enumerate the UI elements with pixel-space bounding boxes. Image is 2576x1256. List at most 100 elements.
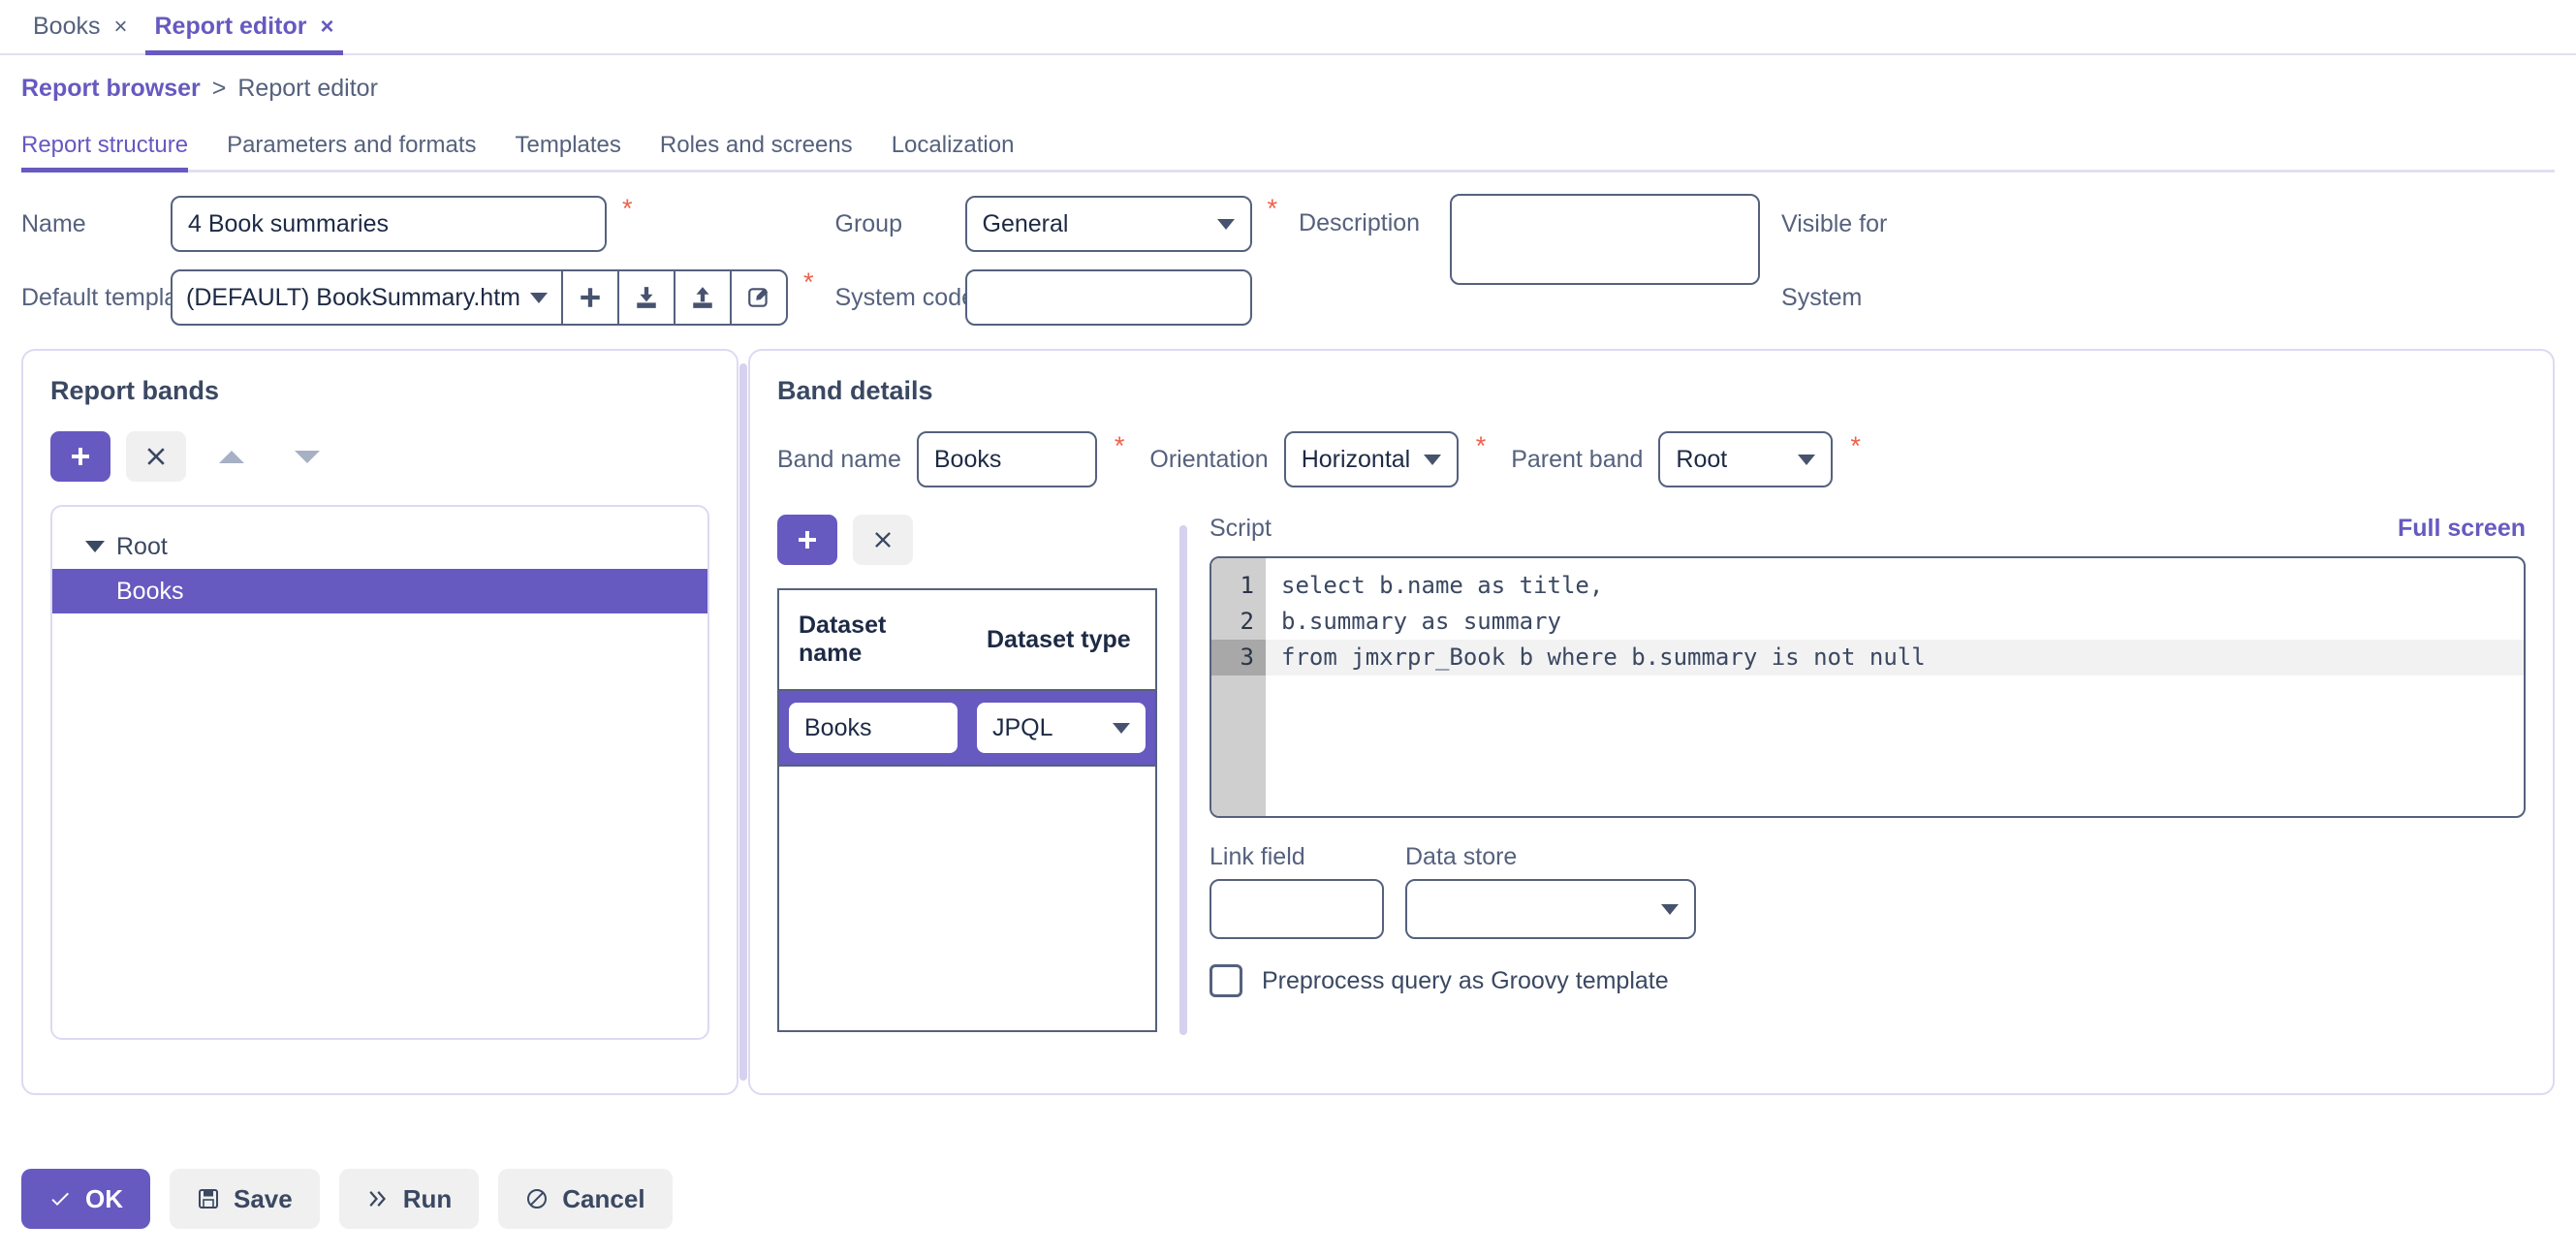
report-bands-title: Report bands <box>50 376 220 405</box>
panel-splitter-right[interactable] <box>1178 515 1188 1046</box>
move-band-up-button[interactable] <box>202 431 262 482</box>
save-button-label: Save <box>234 1183 293 1213</box>
tab-localization[interactable]: Localization <box>872 121 1034 170</box>
tab-parameters-and-formats[interactable]: Parameters and formats <box>207 121 495 170</box>
tab-label: Parameters and formats <box>227 132 477 158</box>
editor-panels: Report bands Root Books Band details Ban… <box>21 349 2555 1095</box>
required-marker: * <box>1850 431 1861 460</box>
chevron-down-icon <box>1113 722 1130 734</box>
download-icon <box>637 287 656 308</box>
tab-label: Templates <box>515 132 621 158</box>
script-lower-fields: Link field Data store <box>1209 843 2526 939</box>
add-band-button[interactable] <box>50 431 110 482</box>
tab-label: Roles and screens <box>659 132 853 158</box>
column-header-dataset-type[interactable]: Dataset type <box>967 589 1156 691</box>
field-row-visible-for: Visible for <box>1781 194 1887 254</box>
chevron-down-icon <box>529 292 548 303</box>
chevron-down-icon[interactable] <box>85 541 105 552</box>
check-icon <box>51 1192 69 1206</box>
plus-icon <box>581 288 600 307</box>
cancel-button-label: Cancel <box>562 1183 645 1213</box>
report-bands-tree: Root Books <box>50 505 709 1040</box>
tab-roles-and-screens[interactable]: Roles and screens <box>641 121 872 170</box>
description-textarea[interactable] <box>1450 194 1761 285</box>
header-column-middle: Group General * System code <box>835 194 1277 328</box>
dataset-table: Dataset name Dataset type Books JPQL <box>777 588 1157 767</box>
band-details-panel: Band details Band name Books * Orientati… <box>748 349 2555 1095</box>
dataset-table-empty-area <box>777 767 1157 1032</box>
close-icon[interactable]: × <box>113 15 127 39</box>
ok-button[interactable]: OK <box>21 1169 150 1229</box>
required-marker: * <box>1114 431 1125 460</box>
download-template-button[interactable] <box>616 271 674 324</box>
system-label: System <box>1781 283 1863 311</box>
description-label: Description <box>1299 209 1421 236</box>
run-button-label: Run <box>402 1183 453 1213</box>
remove-dataset-button[interactable] <box>853 515 913 565</box>
create-template-button[interactable] <box>560 271 617 324</box>
band-name-input[interactable]: Books <box>916 431 1097 487</box>
default-template-value: (DEFAULT) BookSummary.htm <box>186 283 520 311</box>
column-header-dataset-name[interactable]: Dataset name <box>778 589 967 691</box>
header-column-left: Name 4 Book summaries * Default template… <box>21 194 814 328</box>
breadcrumb-current: Report editor <box>237 75 378 102</box>
code-line: b.summary as summary <box>1281 608 1561 635</box>
parent-band-label: Parent band <box>1511 445 1644 473</box>
system-code-input[interactable] <box>964 269 1252 326</box>
edit-template-button[interactable] <box>729 271 786 324</box>
data-store-label: Data store <box>1405 843 1518 870</box>
band-details-top-row: Band name Books * Orientation Horizontal… <box>777 431 2526 487</box>
floppy-icon <box>199 1189 218 1209</box>
tree-item-books[interactable]: Books <box>52 569 707 613</box>
run-button[interactable]: Run <box>338 1169 480 1229</box>
header-column-right: Visible for System <box>1781 194 1887 328</box>
link-field-group: Link field <box>1209 843 1384 939</box>
header-column-description: Description <box>1299 194 1761 285</box>
edit-icon <box>748 288 769 307</box>
visible-for-label: Visible for <box>1781 209 1888 237</box>
breadcrumb-link-report-browser[interactable]: Report browser <box>21 75 201 103</box>
chevrons-right-icon <box>369 1191 386 1207</box>
script-editor[interactable]: 1 2 3 select b.name as title, b.summary … <box>1209 556 2526 818</box>
link-field-input[interactable] <box>1209 879 1384 939</box>
panel-splitter-left[interactable] <box>738 349 748 1095</box>
editor-code[interactable]: select b.name as title, b.summary as sum… <box>1266 558 2524 816</box>
browser-tab-strip: Books × Report editor × <box>0 0 2576 55</box>
upload-template-button[interactable] <box>673 271 730 324</box>
dataset-type-select[interactable]: JPQL <box>977 703 1146 753</box>
add-dataset-button[interactable] <box>777 515 837 565</box>
name-value: 4 Book summaries <box>188 209 390 237</box>
field-row-system: System <box>1781 267 1887 328</box>
move-band-down-button[interactable] <box>277 431 337 482</box>
footer-button-bar: OK Save Run Cancel <box>0 1169 2576 1256</box>
name-input[interactable]: 4 Book summaries <box>171 196 607 252</box>
browser-tab-books[interactable]: Books × <box>19 0 141 53</box>
editor-gutter: 1 2 3 <box>1211 558 1266 816</box>
tab-report-structure[interactable]: Report structure <box>21 121 207 173</box>
dataset-name-input[interactable]: Books <box>789 703 958 753</box>
data-store-select[interactable] <box>1405 879 1696 939</box>
orientation-select[interactable]: Horizontal <box>1283 431 1459 487</box>
report-header-form: Name 4 Book summaries * Default template… <box>0 173 2576 328</box>
tree-node-root[interactable]: Root <box>52 524 707 569</box>
save-button[interactable]: Save <box>170 1169 320 1229</box>
preprocess-checkbox[interactable] <box>1209 964 1242 997</box>
section-tab-bar: Report structure Parameters and formats … <box>21 124 2555 173</box>
name-label: Name <box>21 209 86 237</box>
browser-tab-report-editor[interactable]: Report editor × <box>141 0 348 55</box>
default-template-select[interactable]: (DEFAULT) BookSummary.htm <box>173 271 561 324</box>
cancel-button[interactable]: Cancel <box>498 1169 673 1229</box>
tab-templates[interactable]: Templates <box>496 121 641 170</box>
remove-band-button[interactable] <box>126 431 186 482</box>
preprocess-label: Preprocess query as Groovy template <box>1262 966 1669 994</box>
dataset-table-row[interactable]: Books JPQL <box>778 690 1156 766</box>
dataset-name-cell: Books <box>778 690 967 766</box>
band-name-label: Band name <box>777 445 901 473</box>
group-select[interactable]: General <box>964 196 1252 252</box>
data-store-group: Data store <box>1405 843 1696 939</box>
close-icon[interactable]: × <box>320 15 333 39</box>
upload-icon <box>693 287 712 308</box>
full-screen-link[interactable]: Full screen <box>2398 515 2526 543</box>
parent-band-select[interactable]: Root <box>1658 431 1834 487</box>
chevron-down-icon <box>1661 903 1679 915</box>
